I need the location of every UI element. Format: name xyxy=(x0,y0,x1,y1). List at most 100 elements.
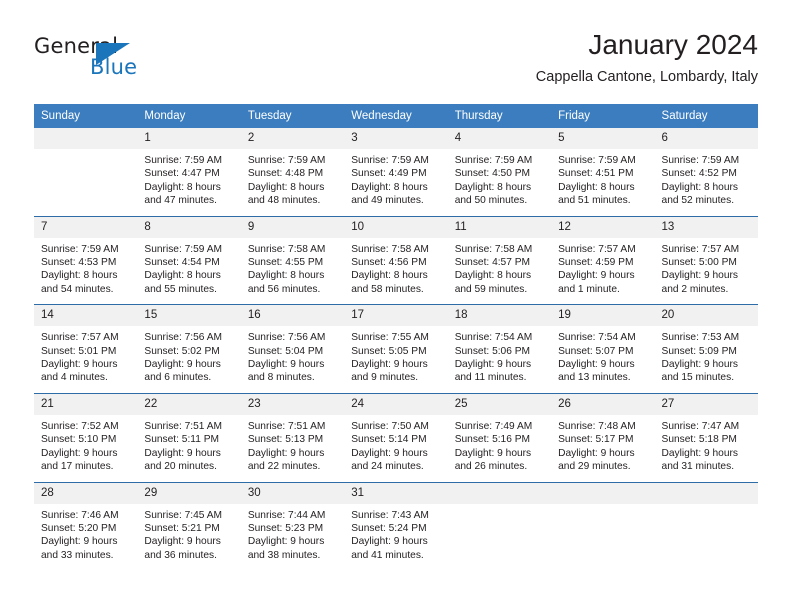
day-number: 30 xyxy=(240,482,345,504)
sun-info: Sunrise: 7:48 AM Sunset: 5:17 PM Daylight:… xyxy=(551,415,654,482)
calendar-day-cell[interactable]: 27 Sunrise: 7:47 AM Sunset: 5:18 PM Dayligh… xyxy=(654,392,758,482)
sunset-text: Sunset: 5:17 PM xyxy=(558,434,634,446)
calendar-day-cell[interactable]: 16 Sunrise: 7:56 AM Sunset: 5:04 PM Dayligh… xyxy=(240,304,345,394)
sunset-text: Sunset: 5:07 PM xyxy=(558,345,634,357)
day-cell-body: Sunrise: 7:59 AM Sunset: 4:49 PM Daylight:… xyxy=(344,149,447,216)
calendar-day-cell[interactable]: 9 Sunrise: 7:58 AM Sunset: 4:55 PM Daylight… xyxy=(240,215,345,305)
daylight-text-line1: Daylight: 8 hours xyxy=(351,181,428,193)
calendar-day-cell[interactable]: 1 Sunrise: 7:59 AM Sunset: 4:47 PM Daylight… xyxy=(137,128,241,217)
calendar-day-cell[interactable]: 14 Sunrise: 7:57 AM Sunset: 5:01 PM Dayligh… xyxy=(34,304,138,394)
calendar-day-cell[interactable]: 24 Sunrise: 7:50 AM Sunset: 5:14 PM Dayligh… xyxy=(344,392,448,482)
daylight-text-line1: Daylight: 9 hours xyxy=(454,447,532,459)
calendar-day-cell[interactable]: 8 Sunrise: 7:59 AM Sunset: 4:54 PM Daylight… xyxy=(137,215,241,305)
calendar-day-cell[interactable]: 20 Sunrise: 7:53 AM Sunset: 5:09 PM Dayligh… xyxy=(654,304,758,394)
weekday-header-friday: Friday xyxy=(551,104,655,128)
sunrise-text: Sunrise: 7:51 AM xyxy=(144,420,223,432)
daylight-text-line1: Daylight: 9 hours xyxy=(41,447,118,459)
calendar-day-cell[interactable]: 7 Sunrise: 7:59 AM Sunset: 4:53 PM Daylight… xyxy=(34,215,138,305)
title-block: January 2024 Cappella Cantone, Lombardy,… xyxy=(536,28,758,88)
daylight-text-line2: and 20 minutes. xyxy=(144,461,217,473)
day-cell-body: Sunrise: 7:59 AM Sunset: 4:52 PM Daylight:… xyxy=(655,149,758,216)
day-cell-body: Sunrise: 7:52 AM Sunset: 5:10 PM Daylight:… xyxy=(34,415,137,482)
sun-info: Sunrise: 7:44 AM Sunset: 5:23 PM Daylight:… xyxy=(241,504,344,571)
day-number: 10 xyxy=(344,216,448,238)
day-cell-body: Sunrise: 7:59 AM Sunset: 4:53 PM Daylight:… xyxy=(34,238,137,305)
weekday-header-sunday: Sunday xyxy=(34,104,138,128)
sunrise-text: Sunrise: 7:59 AM xyxy=(558,155,636,166)
daylight-text-line2: and 59 minutes. xyxy=(454,283,528,295)
sunset-text: Sunset: 5:20 PM xyxy=(41,522,117,534)
daylight-text-line1: Daylight: 9 hours xyxy=(454,359,532,371)
sunrise-text: Sunrise: 7:57 AM xyxy=(661,243,740,255)
sunset-text: Sunset: 5:21 PM xyxy=(144,522,220,534)
daylight-text-line1: Daylight: 9 hours xyxy=(558,270,635,282)
calendar-day-cell[interactable]: 22 Sunrise: 7:51 AM Sunset: 5:11 PM Dayligh… xyxy=(137,392,241,482)
calendar-day-cell[interactable]: 26 Sunrise: 7:48 AM Sunset: 5:17 PM Dayligh… xyxy=(551,392,655,482)
sunset-text: Sunset: 4:51 PM xyxy=(558,168,634,180)
calendar-day-cell[interactable]: 30 Sunrise: 7:44 AM Sunset: 5:23 PM Dayligh… xyxy=(240,481,345,571)
daylight-text-line2: and 15 minutes. xyxy=(661,372,735,384)
daylight-text-line2: and 55 minutes. xyxy=(144,283,217,295)
calendar-day-cell[interactable]: 10 Sunrise: 7:58 AM Sunset: 4:56 PM Dayligh… xyxy=(344,215,448,305)
sun-info: Sunrise: 7:50 AM Sunset: 5:14 PM Daylight:… xyxy=(344,415,447,482)
calendar-day-cell[interactable]: 2 Sunrise: 7:59 AM Sunset: 4:48 PM Daylight… xyxy=(240,128,345,217)
daylight-text-line1: Daylight: 8 hours xyxy=(41,270,118,282)
calendar-day-cell[interactable]: 19 Sunrise: 7:54 AM Sunset: 5:07 PM Dayligh… xyxy=(551,304,655,394)
daylight-text-line2: and 24 minutes. xyxy=(351,461,424,473)
calendar-day-cell[interactable]: 23 Sunrise: 7:51 AM Sunset: 5:13 PM Dayligh… xyxy=(240,392,345,482)
sun-info: Sunrise: 7:59 AM Sunset: 4:49 PM Daylight:… xyxy=(344,149,447,216)
day-number: 19 xyxy=(551,305,655,327)
day-cell-body: Sunrise: 7:45 AM Sunset: 5:21 PM Daylight:… xyxy=(137,504,240,571)
daylight-text-line1: Daylight: 8 hours xyxy=(247,181,325,193)
calendar-day-cell[interactable]: 21 Sunrise: 7:52 AM Sunset: 5:10 PM Dayligh… xyxy=(34,392,138,482)
sun-info: Sunrise: 7:59 AM Sunset: 4:52 PM Daylight:… xyxy=(655,149,758,216)
daylight-text-line1: Daylight: 8 hours xyxy=(144,270,221,282)
day-number: 4 xyxy=(447,128,552,149)
sunset-text: Sunset: 4:48 PM xyxy=(247,168,324,180)
general-blue-logo[interactable]: General Blue xyxy=(34,34,234,90)
daylight-text-line2: and 22 minutes. xyxy=(247,461,321,473)
sunset-text: Sunset: 4:54 PM xyxy=(144,257,220,269)
sunset-text: Sunset: 5:04 PM xyxy=(247,345,324,357)
sunset-text: Sunset: 4:47 PM xyxy=(144,168,220,180)
calendar-day-cell[interactable]: 28 Sunrise: 7:46 AM Sunset: 5:20 PM Dayligh… xyxy=(34,481,138,571)
daylight-text-line2: and 11 minutes. xyxy=(454,372,527,384)
calendar-week-row: 21 Sunrise: 7:52 AM Sunset: 5:10 PM Dayligh… xyxy=(34,392,758,482)
sunset-text: Sunset: 4:57 PM xyxy=(454,257,531,269)
daylight-text-line2: and 1 minute. xyxy=(558,283,620,295)
daylight-text-line2: and 52 minutes. xyxy=(661,195,735,207)
sunrise-text: Sunrise: 7:43 AM xyxy=(351,509,429,521)
calendar-day-cell[interactable]: 4 Sunrise: 7:59 AM Sunset: 4:50 PM Daylight… xyxy=(447,128,552,217)
calendar-day-cell[interactable]: 13 Sunrise: 7:57 AM Sunset: 5:00 PM Dayligh… xyxy=(654,215,758,305)
daylight-text-line2: and 17 minutes. xyxy=(41,461,114,473)
daylight-text-line2: and 31 minutes. xyxy=(661,461,735,473)
day-number: 9 xyxy=(240,216,345,238)
sunrise-text: Sunrise: 7:57 AM xyxy=(41,332,119,344)
daylight-text-line2: and 29 minutes. xyxy=(558,461,631,473)
day-cell-body: Sunrise: 7:58 AM Sunset: 4:56 PM Daylight:… xyxy=(344,238,447,305)
sunrise-text: Sunrise: 7:47 AM xyxy=(661,420,740,432)
calendar-day-cell[interactable]: 17 Sunrise: 7:55 AM Sunset: 5:05 PM Dayligh… xyxy=(344,304,448,394)
calendar-day-cell[interactable]: 25 Sunrise: 7:49 AM Sunset: 5:16 PM Dayligh… xyxy=(447,392,552,482)
sun-info: Sunrise: 7:47 AM Sunset: 5:18 PM Daylight:… xyxy=(655,415,758,482)
calendar-day-cell[interactable]: 18 Sunrise: 7:54 AM Sunset: 5:06 PM Dayligh… xyxy=(447,304,552,394)
day-cell-body: Sunrise: 7:56 AM Sunset: 5:04 PM Daylight:… xyxy=(241,326,344,393)
page-header: General Blue January 2024 Cappella Canto… xyxy=(34,28,758,96)
day-cell-body xyxy=(448,504,551,570)
calendar-day-cell[interactable]: 31 Sunrise: 7:43 AM Sunset: 5:24 PM Dayligh… xyxy=(344,481,448,571)
calendar-day-cell[interactable]: 3 Sunrise: 7:59 AM Sunset: 4:49 PM Daylight… xyxy=(344,128,448,217)
calendar-day-cell[interactable]: 11 Sunrise: 7:58 AM Sunset: 4:57 PM Dayligh… xyxy=(447,215,552,305)
calendar-day-cell[interactable]: 5 Sunrise: 7:59 AM Sunset: 4:51 PM Daylight… xyxy=(551,128,655,217)
day-cell-body: Sunrise: 7:54 AM Sunset: 5:07 PM Daylight:… xyxy=(551,326,654,393)
calendar-day-cell[interactable]: 15 Sunrise: 7:56 AM Sunset: 5:02 PM Dayligh… xyxy=(137,304,241,394)
daylight-text-line2: and 50 minutes. xyxy=(454,195,528,207)
sun-info: Sunrise: 7:59 AM Sunset: 4:51 PM Daylight:… xyxy=(551,149,654,216)
calendar-week-row: 28 Sunrise: 7:46 AM Sunset: 5:20 PM Dayligh… xyxy=(34,481,758,571)
calendar-day-cell[interactable]: 29 Sunrise: 7:45 AM Sunset: 5:21 PM Dayligh… xyxy=(137,481,241,571)
calendar-day-cell[interactable]: 12 Sunrise: 7:57 AM Sunset: 4:59 PM Dayligh… xyxy=(551,215,655,305)
daylight-text-line2: and 38 minutes. xyxy=(247,549,321,561)
daylight-text-line1: Daylight: 9 hours xyxy=(558,447,635,459)
sunrise-text: Sunrise: 7:49 AM xyxy=(454,420,533,432)
calendar-day-cell[interactable]: 6 Sunrise: 7:59 AM Sunset: 4:52 PM Daylight… xyxy=(654,128,758,217)
day-number: 25 xyxy=(447,393,552,415)
